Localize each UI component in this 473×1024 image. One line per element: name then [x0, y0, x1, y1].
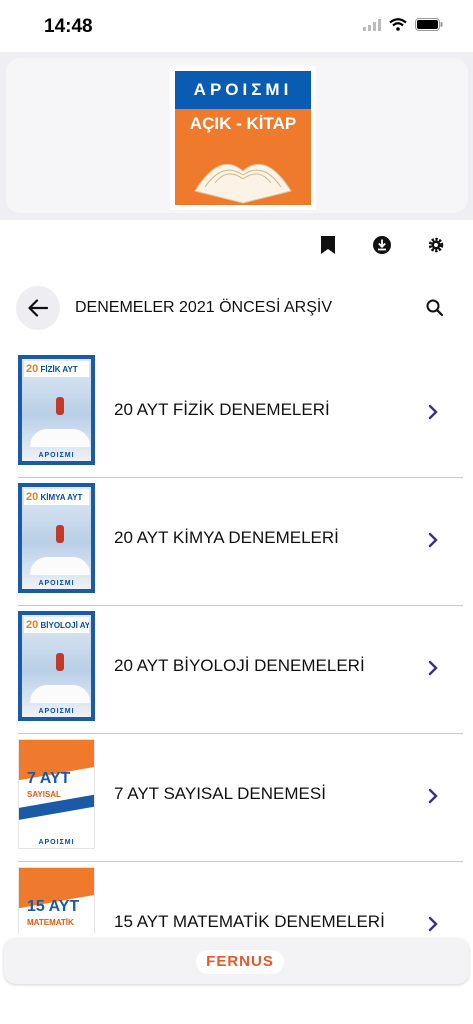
item-title: 20 AYT BİYOLOJİ DENEMELERİ — [114, 656, 365, 675]
chevron-right-icon — [428, 916, 438, 932]
chevron-right-icon — [428, 660, 438, 676]
list-item[interactable]: 20 FİZİK AYT APOIΣMI 20 AYT FİZİK DENEME… — [0, 350, 473, 478]
header-card: APOIΣMI AÇIK - KİTAP — [6, 58, 468, 213]
footer-brand-logo[interactable]: FERNUS — [196, 950, 284, 974]
cover-brand: APOIΣMI — [38, 708, 75, 715]
search-icon — [426, 299, 444, 317]
status-icons — [363, 18, 443, 31]
header-area: APOIΣMI AÇIK - KİTAP — [0, 52, 473, 220]
cover-subject: MATEMATİK — [27, 918, 74, 927]
gear-icon — [428, 237, 444, 253]
chevron-right-icon — [428, 788, 438, 804]
app-logo: APOIΣMI AÇIK - KİTAP — [170, 66, 316, 210]
nav-bar: DENEMELER 2021 ÖNCESİ ARŞİV — [0, 284, 473, 332]
search-button[interactable] — [425, 298, 445, 318]
cover-number: 20 — [26, 363, 39, 375]
arrow-left-icon — [28, 299, 48, 317]
download-icon — [373, 236, 391, 254]
cover-subject: SAYISAL — [27, 790, 61, 799]
exam-list: 20 FİZİK AYT APOIΣMI 20 AYT FİZİK DENEME… — [0, 350, 473, 934]
page-title: DENEMELER 2021 ÖNCESİ ARŞİV — [75, 299, 332, 316]
book-cover: 20 BİYOLOJİ AYT APOIΣMI — [18, 611, 95, 721]
book-cover: 20 KİMYA AYT APOIΣMI — [18, 483, 95, 593]
cover-brand: APOIΣMI — [38, 839, 75, 846]
toolbar — [317, 234, 447, 256]
footer-bar: FERNUS — [4, 938, 469, 984]
chevron-right-icon — [428, 532, 438, 548]
book-cover: 7 AYT SAYISAL APOIΣMI — [18, 739, 95, 849]
battery-icon — [415, 18, 443, 31]
list-item[interactable]: 7 AYT SAYISAL APOIΣMI 7 AYT SAYISAL DENE… — [0, 734, 473, 862]
cover-number: 20 — [26, 619, 39, 631]
status-time: 14:48 — [44, 16, 93, 37]
cover-number: 15 AYT — [27, 898, 80, 915]
item-title: 15 AYT MATEMATİK DENEMELERİ — [114, 912, 385, 931]
cover-brand: APOIΣMI — [38, 580, 75, 587]
settings-button[interactable] — [425, 234, 447, 256]
item-title: 20 AYT FİZİK DENEMELERİ — [114, 400, 330, 419]
wifi-icon — [389, 18, 407, 31]
list-item[interactable]: 15 AYT MATEMATİK 15 AYT MATEMATİK DENEME… — [0, 862, 473, 934]
cover-subject: FİZİK AYT — [40, 365, 78, 374]
bookmark-icon — [321, 236, 335, 254]
cover-brand: APOIΣMI — [38, 452, 75, 459]
logo-image: APOIΣMI AÇIK - KİTAP — [175, 71, 311, 205]
download-button[interactable] — [371, 234, 393, 256]
cover-number: 20 — [26, 491, 39, 503]
item-title: 20 AYT KİMYA DENEMELERİ — [114, 528, 339, 547]
bookmark-button[interactable] — [317, 234, 339, 256]
list-item[interactable]: 20 KİMYA AYT APOIΣMI 20 AYT KİMYA DENEME… — [0, 478, 473, 606]
list-item[interactable]: 20 BİYOLOJİ AYT APOIΣMI 20 AYT BİYOLOJİ … — [0, 606, 473, 734]
logo-brand: APOIΣMI — [175, 71, 311, 109]
cover-number: 7 AYT — [27, 770, 71, 787]
cover-subject: KİMYA AYT — [40, 493, 83, 502]
back-button[interactable] — [16, 286, 60, 330]
status-bar: 14:48 — [0, 0, 473, 52]
chevron-right-icon — [428, 404, 438, 420]
book-cover: 20 FİZİK AYT APOIΣMI — [18, 355, 95, 465]
cover-subject: BİYOLOJİ AYT — [40, 621, 89, 630]
item-title: 7 AYT SAYISAL DENEMESİ — [114, 784, 326, 803]
book-cover: 15 AYT MATEMATİK — [18, 867, 95, 934]
signal-icon — [363, 18, 381, 31]
open-book-icon — [194, 163, 292, 204]
